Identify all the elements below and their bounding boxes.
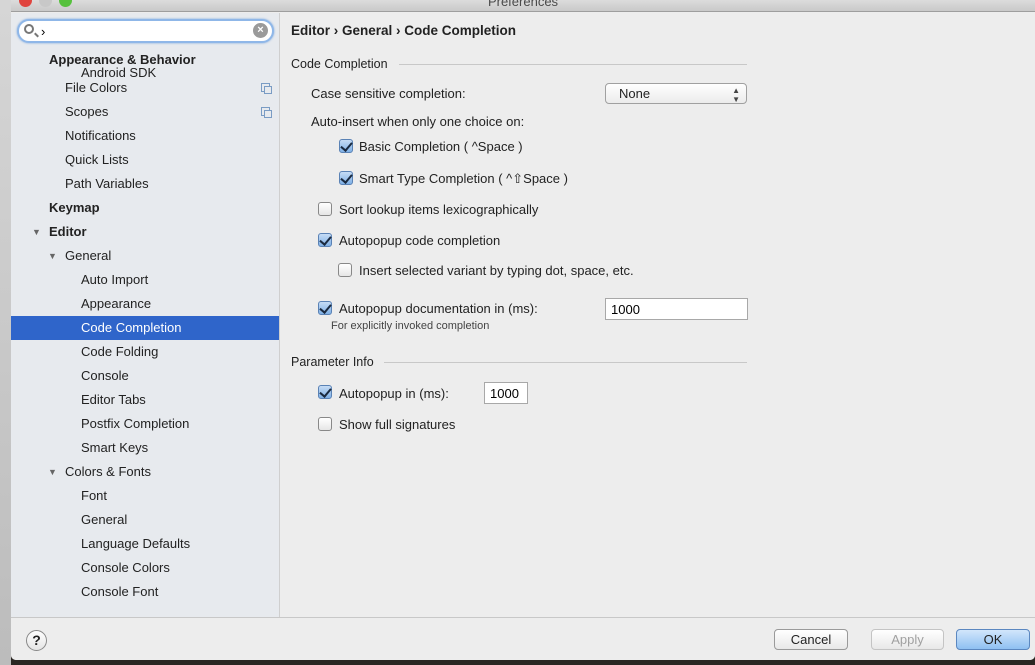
basic-completion-label[interactable]: Basic Completion ( ^Space ) [359, 139, 523, 154]
copy-icon [261, 83, 272, 94]
expand-arrow-icon[interactable]: ▼ [32, 220, 41, 244]
tree-item[interactable]: File Colors [11, 76, 279, 100]
tree-item-label: Code Folding [81, 344, 159, 359]
help-button[interactable]: ? [26, 630, 47, 651]
section-title-parameter-info: Parameter Info [291, 355, 374, 369]
tree-item[interactable]: Smart Keys [11, 436, 279, 460]
insert-variant-checkbox[interactable] [338, 263, 352, 277]
tree-header[interactable]: Appearance & Behavior [11, 49, 279, 71]
tree-item-label: Console [81, 368, 129, 383]
tree-item-label: Font [81, 488, 108, 503]
tree-item[interactable]: Keymap [11, 196, 279, 220]
window-title: Preferences [487, 0, 559, 9]
tree-item[interactable]: Console Colors [11, 556, 279, 580]
preferences-window: Preferences × Android SDKFile ColorsScop… [11, 0, 1035, 660]
search-input[interactable] [41, 23, 241, 39]
settings-panel: Editor › General › Code Completion Code … [281, 13, 1035, 617]
tree-item[interactable]: Console Font [11, 580, 279, 604]
tree-item[interactable]: Console [11, 364, 279, 388]
search-icon [24, 24, 34, 34]
tree-item-label: Code Completion [81, 320, 182, 335]
tree-item[interactable]: ▼ Colors & Fonts [11, 460, 279, 484]
divider [384, 362, 747, 363]
auto-insert-label: Auto-insert when only one choice on: [311, 114, 525, 129]
tree-item[interactable]: ▼ Editor [11, 220, 279, 244]
insert-variant-label[interactable]: Insert selected variant by typing dot, s… [359, 263, 634, 278]
tree-item[interactable]: Editor Tabs [11, 388, 279, 412]
tree-item-label: Editor [49, 224, 87, 239]
tree-item-label: Appearance [81, 296, 152, 311]
tree-item-label: Language Defaults [81, 536, 191, 551]
autopopup-completion-label[interactable]: Autopopup code completion [339, 233, 500, 248]
autopopup-doc-label[interactable]: Autopopup documentation in (ms): [339, 301, 538, 316]
smart-completion-checkbox[interactable] [339, 171, 353, 185]
tree-item[interactable]: Code Completion [11, 316, 279, 340]
smart-completion-label[interactable]: Smart Type Completion ( ^⇧Space ) [359, 171, 568, 187]
autopopup-completion-checkbox[interactable] [318, 233, 332, 247]
sort-lexicographically-label[interactable]: Sort lookup items lexicographically [339, 202, 538, 217]
copy-icon [261, 107, 272, 118]
sidebar: × Android SDKFile ColorsScopesNotificati… [11, 13, 280, 617]
param-autopopup-delay-input[interactable] [484, 382, 528, 404]
tree-item-label: Colors & Fonts [65, 464, 151, 479]
tree-item[interactable]: Postfix Completion [11, 412, 279, 436]
show-full-signatures-checkbox[interactable] [318, 417, 332, 431]
tree-item-label: General [65, 248, 112, 263]
autopopup-doc-hint: For explicitly invoked completion [331, 320, 490, 332]
sort-lexicographically-checkbox[interactable] [318, 202, 332, 216]
title-bar: Preferences [11, 0, 1035, 12]
tree-item-label: Auto Import [81, 272, 149, 287]
tree-item[interactable]: Code Folding [11, 340, 279, 364]
tree-item-label: Quick Lists [65, 152, 129, 167]
tree-item-label: Scopes [65, 104, 109, 119]
tree-item[interactable]: Path Variables [11, 172, 279, 196]
tree-item[interactable]: Appearance [11, 292, 279, 316]
tree-item-label: Editor Tabs [81, 392, 146, 407]
background-app [0, 0, 11, 665]
tree-item-label: File Colors [65, 80, 128, 95]
tree-item-label: Notifications [65, 128, 136, 143]
tree-item[interactable]: Auto Import [11, 268, 279, 292]
case-sensitive-select[interactable]: None ▲ ▼ [605, 83, 747, 104]
tree-item[interactable]: ▼ General [11, 244, 279, 268]
apply-button[interactable]: Apply [871, 629, 944, 650]
tree-item[interactable]: Language Defaults [11, 532, 279, 556]
tree-item[interactable]: Scopes [11, 100, 279, 124]
tree-item-label: Console Colors [81, 560, 170, 575]
tree-item-label: Keymap [49, 200, 100, 215]
tree-item-label: Postfix Completion [81, 416, 190, 431]
stepper-arrows-icon: ▲ ▼ [732, 86, 740, 104]
param-autopopup-checkbox[interactable] [318, 385, 332, 399]
breadcrumb: Editor › General › Code Completion [291, 23, 517, 38]
show-full-signatures-label[interactable]: Show full signatures [339, 417, 455, 432]
section-title-code-completion: Code Completion [291, 57, 388, 71]
ok-button[interactable]: OK [956, 629, 1030, 650]
autopopup-doc-checkbox[interactable] [318, 301, 332, 315]
tree-item[interactable]: Quick Lists [11, 148, 279, 172]
basic-completion-checkbox[interactable] [339, 139, 353, 153]
dialog-footer: ? Cancel Apply OK [11, 617, 1035, 660]
expand-arrow-icon[interactable]: ▼ [48, 460, 57, 484]
tree-item-label: Console Font [81, 584, 159, 599]
expand-arrow-icon[interactable]: ▼ [48, 244, 57, 268]
cancel-button[interactable]: Cancel [774, 629, 848, 650]
tree-item[interactable]: General [11, 508, 279, 532]
tree-item[interactable]: Font [11, 484, 279, 508]
tree-item-label: Path Variables [65, 176, 149, 191]
case-sensitive-label: Case sensitive completion: [311, 86, 466, 101]
autopopup-doc-delay-input[interactable] [605, 298, 748, 320]
tree-item[interactable]: Notifications [11, 124, 279, 148]
search-field[interactable]: × [17, 19, 274, 43]
divider [399, 64, 747, 65]
tree-item-label: General [81, 512, 128, 527]
param-autopopup-label[interactable]: Autopopup in (ms): [339, 386, 449, 401]
clear-search-icon[interactable]: × [253, 23, 268, 38]
tree-item-label: Smart Keys [81, 440, 149, 455]
